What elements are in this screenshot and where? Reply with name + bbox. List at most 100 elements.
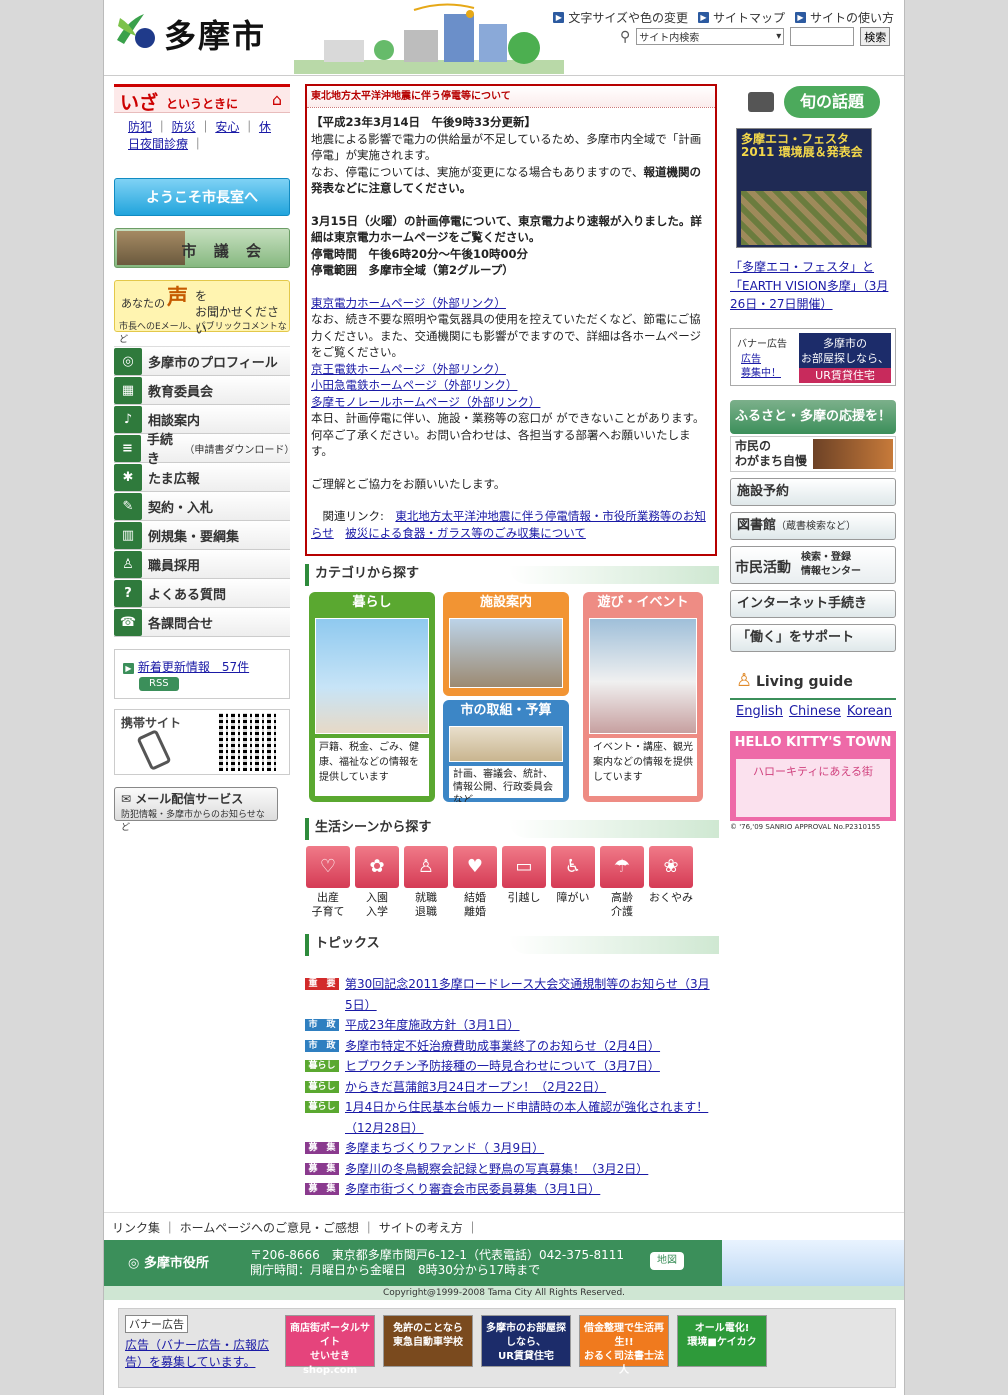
town-pride-banner[interactable]: 市民の わがまち自慢: [730, 435, 896, 472]
documents-photo: [449, 726, 563, 762]
lang-korean[interactable]: Korean: [847, 704, 892, 719]
ad-line: 環境■ケイカク: [687, 1337, 757, 1348]
search-button[interactable]: 検索: [860, 27, 891, 46]
topic-link[interactable]: 第30回記念2011多摩ロードレース大会交通規制等のお知らせ（3月5日）: [345, 974, 717, 1015]
menu-item-procedures[interactable]: ≡ 手続き （申請書ダウンロード）: [114, 433, 294, 467]
link-crime-prevention[interactable]: 防犯: [128, 120, 152, 134]
footer-link-policy[interactable]: サイトの考え方: [379, 1221, 463, 1235]
topic-link[interactable]: 1月4日から住民基本台帳カード申請時の本人確認が強化されます！（12月28日）: [345, 1097, 717, 1138]
ad-line: 商店街ポータルサイト: [290, 1323, 370, 1348]
banner-label: 「働く」をサポート: [737, 629, 855, 645]
link-keio[interactable]: 京王電鉄ホームページ（外部リンク）: [311, 362, 506, 376]
scene-marriage[interactable]: ♥ 結婚 離婚: [452, 846, 498, 926]
menu-item-label: 教育委員会: [148, 384, 214, 400]
topic-link[interactable]: 多摩市特定不妊治療費助成事業終了のお知らせ（2月4日）: [345, 1036, 660, 1057]
scene-moving[interactable]: ▭ 引越し: [501, 846, 547, 926]
category-policy-budget[interactable]: 市の取組・予算 計画、審議会、統計、情報公開、行政委員会など: [443, 700, 569, 802]
util-link-sitemap[interactable]: ▶ サイトマップ: [697, 9, 785, 26]
hometown-support-banner[interactable]: ふるさと・多摩の応援を！: [730, 399, 896, 434]
menu-item-pr[interactable]: ✱ たま広報: [114, 463, 290, 492]
util-link-text-size[interactable]: ▶ 文字サイズや色の変更: [553, 9, 688, 26]
library-banner[interactable]: 図書館（蔵書検索など）: [730, 511, 896, 540]
mail-service-banner[interactable]: ✉ メール配信サービス 防犯情報・多摩市からのお知らせなど: [114, 787, 278, 833]
menu-item-recruitment[interactable]: ♙ 職員採用: [114, 550, 290, 579]
category-life[interactable]: 暮らし 戸籍、税金、ごみ、健康、福祉などの情報を提供しています: [309, 592, 435, 802]
topic-tag: 募 集: [305, 1162, 339, 1175]
scene-condolence[interactable]: ❀ おくやみ: [648, 846, 694, 926]
footer-map-button[interactable]: 地図: [650, 1252, 684, 1270]
ad-seiseki-shop[interactable]: 商店街ポータルサイト せいせきshop.com: [285, 1315, 375, 1376]
scene-disability[interactable]: ♿ 障がい: [550, 846, 596, 926]
council-photo: [117, 231, 185, 265]
menu-item-faq[interactable]: ? よくある質問: [114, 579, 290, 608]
ad-recruit-link[interactable]: 募集中！: [741, 368, 781, 379]
facility-reservation-banner[interactable]: 施設予約: [730, 477, 896, 506]
scene-school[interactable]: ✿ 入園 入学: [354, 846, 400, 926]
category-events[interactable]: 遊び・イベント イベント・講座、観光案内などの情報を提供しています: [583, 592, 703, 802]
topic-link[interactable]: からきだ菖蒲館3月24日オープン！（2月22日）: [345, 1077, 606, 1098]
topic-item: 暮らし 1月4日から住民基本台帳カード申請時の本人確認が強化されます！（12月28…: [305, 1097, 717, 1138]
lang-chinese[interactable]: Chinese: [789, 704, 841, 719]
topic-link[interactable]: 平成23年度施政方針（3月1日）: [345, 1015, 520, 1036]
menu-item-contracts[interactable]: ✎ 契約・入札: [114, 492, 290, 521]
work-support-banner[interactable]: 「働く」をサポート: [730, 623, 896, 652]
menu-item-regulations[interactable]: ▥ 例規集・要綱集: [114, 521, 290, 550]
hello-kitty-town-banner[interactable]: HELLO KITTY'S TOWN ハローキティにあえる街: [730, 730, 896, 821]
ad-tokyu-driving-school[interactable]: 免許のことなら 東急自動車学校: [383, 1315, 473, 1367]
voice-line4: 市長へのEメール、パブリックコメントなど: [119, 322, 287, 345]
online-procedures-banner[interactable]: インターネット手続き: [730, 589, 896, 618]
topic-item: 募 集多摩市街づくり審査会市民委員募集（3月1日）: [305, 1179, 717, 1200]
footer-link-links[interactable]: リンク集: [112, 1221, 160, 1235]
city-council-banner[interactable]: 市 議 会: [114, 228, 290, 268]
eco-festa-banner[interactable]: 多摩エコ・フェスタ2011 環境展＆発表会: [736, 128, 872, 248]
page: 多摩市 ▶ 文字サイズや色の変更 ▶ サイトマップ ▶ サイトの使い方 ⚲ サイト内検…: [103, 0, 905, 1395]
topic-link[interactable]: 多摩まちづくりファンド（ 3月9日）: [345, 1138, 544, 1159]
menu-item-consultation[interactable]: ♪ 相談案内: [114, 405, 290, 434]
emergency-title: いざ というときに ⌂: [114, 87, 290, 114]
mail-service-title: メール配信サービス: [135, 792, 244, 806]
living-guide-header: ♙ Living guide: [730, 666, 896, 700]
topic-link[interactable]: 多摩市街づくり審査会市民委員募集（3月1日）: [345, 1179, 600, 1200]
category-facilities[interactable]: 施設案内: [443, 592, 569, 696]
lang-english[interactable]: English: [736, 704, 783, 719]
topic-link[interactable]: 多摩川の冬鳥観察会記録と野鳥の写真募集！（3月2日）: [345, 1159, 648, 1180]
footer-link-feedback[interactable]: ホームページへのご意見・ご感想: [180, 1221, 359, 1235]
menu-item-contact[interactable]: ☎ 各課問合せ: [114, 608, 290, 637]
topic-item: 暮らし ヒブワクチン予防接種の一時見合わせについて（3月7日）: [305, 1056, 717, 1077]
search-scope-select[interactable]: サイト内検索 ▾: [636, 28, 785, 45]
ad-line: UR賃貸住宅: [498, 1351, 554, 1362]
ad-all-electric[interactable]: オール電化! 環境■ケイカク: [677, 1315, 767, 1367]
scene-employment[interactable]: ♙ 就職 退職: [403, 846, 449, 926]
ads-recruit-link[interactable]: 広告（バナー広告・広報広告）を募集しています。: [125, 1337, 275, 1371]
question-icon: ?: [114, 579, 142, 607]
link-tepco[interactable]: 東京電力ホームページ（外部リンク）: [311, 296, 506, 310]
menu-item-profile[interactable]: ◎ 多摩市のプロフィール: [114, 347, 290, 376]
voice-feedback-banner[interactable]: あなたの 声 を お聞かせください 市長へのEメール、パブリックコメントなど: [114, 280, 290, 345]
link-monorail[interactable]: 多摩モノレールホームページ（外部リンク）: [311, 395, 540, 409]
link-disaster-prevention[interactable]: 防災: [172, 120, 196, 134]
ad-recruit-link[interactable]: 広告: [741, 354, 761, 365]
topic-link[interactable]: ヒブワクチン予防接種の一時見合わせについて（3月7日）: [345, 1056, 660, 1077]
scene-elderly[interactable]: ☂ 高齢 介護: [599, 846, 645, 926]
ad-line: 東急自動車学校: [393, 1337, 463, 1348]
new-info-link[interactable]: 新着更新情報 57件: [138, 660, 249, 674]
scene-birth[interactable]: ♡ 出産 子育て: [305, 846, 351, 926]
camera-icon: [748, 92, 774, 112]
ad-ur-housing[interactable]: 多摩市のお部屋探しなら、 UR賃貸住宅: [481, 1315, 571, 1367]
menu-item-education[interactable]: ▦ 教育委員会: [114, 376, 290, 405]
emergency-title-small: というときに: [166, 97, 239, 111]
eco-festa-link[interactable]: 「多摩エコ・フェスタ」と「EARTH VISION多摩」（3月26日・27日開催…: [730, 260, 888, 311]
search-input[interactable]: [790, 27, 855, 46]
util-link-howto[interactable]: ▶ サイトの使い方: [794, 9, 894, 26]
mobile-site-box[interactable]: 携帯サイト: [114, 709, 290, 775]
link-related-garbage[interactable]: 被災による食器・ガラス等のごみ収集について: [345, 526, 586, 540]
ur-housing-ad[interactable]: 多摩市の お部屋探しなら、 UR賃貸住宅: [799, 332, 891, 383]
link-odakyu[interactable]: 小田急電鉄ホームページ（外部リンク）: [311, 378, 517, 392]
rss-button[interactable]: RSS: [139, 677, 179, 691]
ad-judicial-scrivener[interactable]: 借金整理で生活再生!! おるく司法書士法人: [579, 1315, 669, 1376]
civic-activity-banner[interactable]: 市民活動 検索・登録 情報センター: [730, 545, 896, 584]
mayor-office-banner[interactable]: ようこそ市長室へ: [114, 178, 290, 216]
site-logo[interactable]: 多摩市: [114, 8, 276, 55]
banner-ad-ur[interactable]: バナー広告 広告 募集中！ 多摩市の お部屋探しなら、 UR賃貸住宅: [730, 327, 896, 386]
link-safety[interactable]: 安心: [215, 120, 239, 134]
